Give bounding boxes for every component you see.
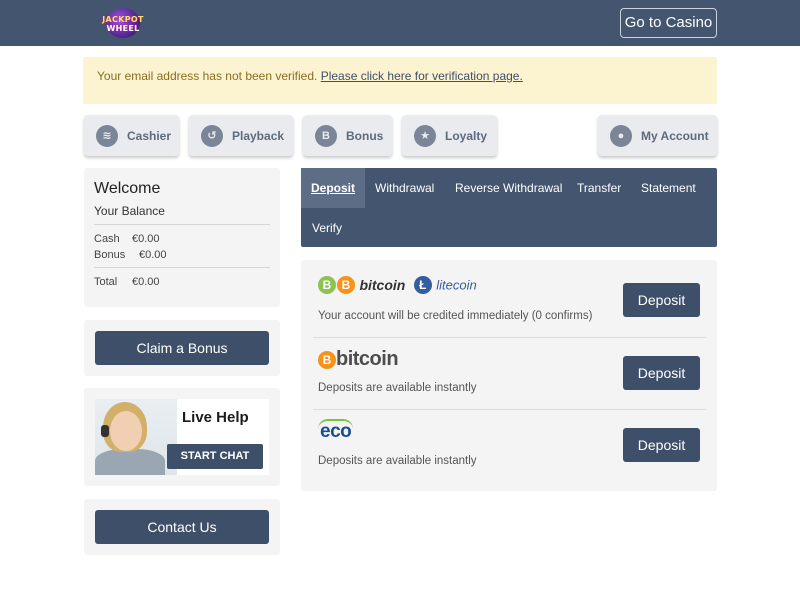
welcome-heading: Welcome [94,180,161,197]
bonus-row: Bonus €0.00 [94,249,270,261]
bonus-balance-label: Bonus [94,249,126,261]
deposit-button[interactable]: Deposit [623,428,700,462]
bitcoin-icon: B [318,350,336,369]
tab-reverse-withdrawal[interactable]: Reverse Withdrawal [455,168,562,208]
bitcoin-cash-icon: B [318,276,336,294]
verification-link[interactable]: Please click here for verification page. [321,69,523,83]
tab-withdrawal[interactable]: Withdrawal [375,168,434,208]
balance-subtitle: Your Balance [94,204,270,225]
tab-transfer[interactable]: Transfer [577,168,621,208]
loyalty-button[interactable]: ★ Loyalty [402,115,497,156]
bitcoin-wordmark: bitcoin [336,348,399,370]
total-row: Total €0.00 [94,268,270,288]
bitcoin-icon: B [337,276,355,294]
live-help-title: Live Help [182,409,249,426]
loyalty-label: Loyalty [445,128,488,143]
logo-text-line1: JACKPOT [102,15,144,24]
total-label: Total [94,276,118,288]
cashier-button[interactable]: ≋ Cashier [84,115,179,156]
tab-verify[interactable]: Verify [312,208,342,248]
litecoin-icon: Ł [413,276,432,294]
my-account-button[interactable]: ● My Account [598,115,717,156]
deposit-button[interactable]: Deposit [623,356,700,390]
coins-icon: ≋ [96,124,118,147]
cashier-label: Cashier [127,128,172,143]
my-account-label: My Account [641,128,709,143]
email-verification-alert: Your email address has not been verified… [83,57,717,104]
tab-deposit[interactable]: Deposit [301,168,365,208]
payment-methods-panel: BB bitcoin Ł litecoin Your account will … [301,260,717,491]
alert-message: Your email address has not been verified… [97,69,321,83]
logo-text-line2: WHEEL [106,24,140,33]
tab-statement[interactable]: Statement [641,168,696,208]
user-icon: ● [610,124,632,147]
go-to-casino-button[interactable]: Go to Casino [620,8,717,38]
playback-button[interactable]: ↺ Playback [189,115,293,156]
start-chat-button[interactable]: START CHAT [167,444,263,469]
cash-label: Cash [94,233,120,245]
method-description: Deposits are available instantly [318,382,477,394]
bitcoin-wordmark: bitcoin [359,277,406,293]
cash-row: Cash €0.00 [94,233,270,245]
method-bitcoin-litecoin: BB bitcoin Ł litecoin Your account will … [313,265,706,337]
cashier-tabs: Deposit Withdrawal Reverse Withdrawal Tr… [301,168,717,247]
top-bar: JACKPOT WHEEL Go to Casino [0,0,800,46]
bonus-button[interactable]: B Bonus [303,115,392,156]
bonus-balance-value: €0.00 [139,249,167,261]
total-value: €0.00 [132,276,160,288]
method-description: Your account will be credited immediatel… [318,310,593,322]
live-help-banner[interactable]: Live Help START CHAT [95,399,269,475]
support-agent-image [95,399,177,475]
contact-us-button[interactable]: Contact Us [95,510,269,544]
jackpot-wheel-logo[interactable]: JACKPOT WHEEL [98,6,148,40]
bonus-label: Bonus [346,128,384,143]
method-eco: eco Deposits are available instantly Dep… [313,409,706,481]
claim-bonus-button[interactable]: Claim a Bonus [95,331,269,365]
bitcoin-litecoin-logo: BB bitcoin Ł litecoin [318,276,477,294]
method-description: Deposits are available instantly [318,455,477,467]
headset-icon [101,425,109,437]
playback-icon: ↺ [201,124,223,147]
bonus-b-icon: B [315,124,337,147]
cash-value: €0.00 [132,233,160,245]
balance-panel: Welcome Your Balance Cash €0.00 Bonus €0… [84,168,280,307]
balance-rows: Cash €0.00 Bonus €0.00 [94,225,270,268]
agent-body [95,449,165,475]
eco-logo: eco [318,419,354,443]
bitcoin-logo: Bbitcoin [318,348,399,371]
litecoin-wordmark: litecoin [436,277,477,293]
agent-face [110,411,142,451]
deposit-button[interactable]: Deposit [623,283,700,317]
eco-wordmark: eco [318,419,354,442]
method-bitcoin: Bbitcoin Deposits are available instantl… [313,337,706,409]
star-badge-icon: ★ [414,124,436,147]
playback-label: Playback [232,128,285,143]
